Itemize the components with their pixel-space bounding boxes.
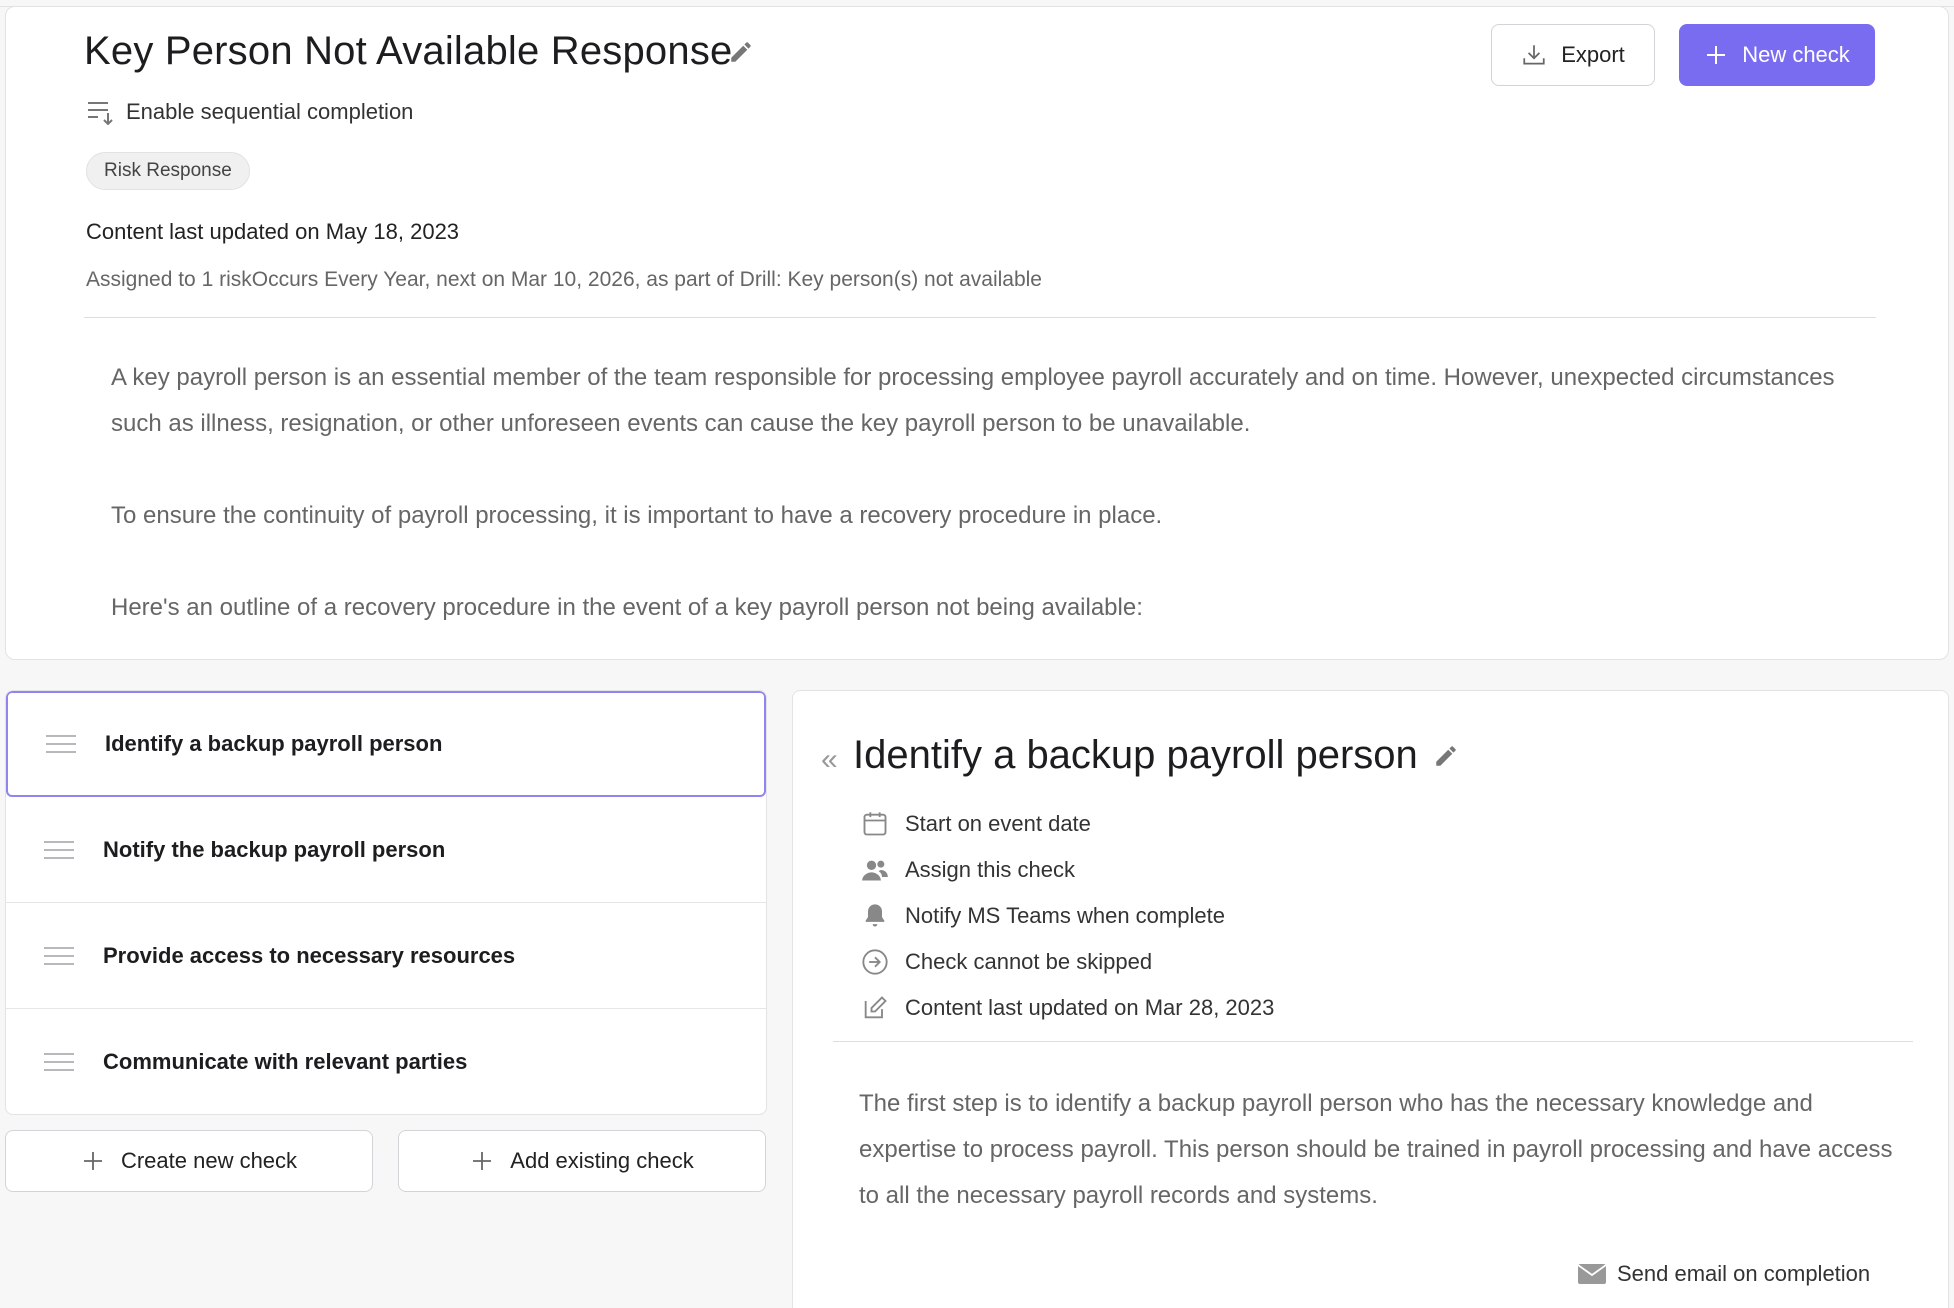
new-check-label: New check [1742,42,1850,67]
send-email-toggle[interactable]: Send email on completion [1577,1261,1870,1287]
check-detail-panel: « Identify a backup payroll person Start… [792,690,1949,1308]
meta-label: Check cannot be skipped [905,949,1153,974]
sort-lines-icon [88,102,113,125]
check-meta-list: Start on event date Assign this check No… [861,801,1274,1031]
create-new-check-button[interactable]: Create new check [5,1130,373,1192]
add-existing-check-label: Add existing check [510,1148,694,1173]
assign-check-setting[interactable]: Assign this check [861,847,1274,893]
assignment-text: Assigned to 1 riskOccurs Every Year, nex… [86,268,1042,291]
start-date-setting[interactable]: Start on event date [861,801,1274,847]
send-email-label: Send email on completion [1617,1261,1871,1286]
check-list-item[interactable]: Identify a backup payroll person [6,691,766,797]
export-button[interactable]: Export [1491,24,1655,86]
check-description: The first step is to identify a backup p… [859,1090,1893,1209]
notify-teams-setting[interactable]: Notify MS Teams when complete [861,893,1274,939]
check-list-item[interactable]: Notify the backup payroll person [6,797,766,903]
check-label: Communicate with relevant parties [103,1049,468,1074]
new-check-button[interactable]: New check [1679,24,1875,86]
procedure-description: A key payroll person is an essential mem… [111,355,1871,677]
drag-handle-icon[interactable] [44,1053,74,1071]
edit-square-icon [864,996,887,1019]
description-paragraph: A key payroll person is an essential mem… [111,364,1835,437]
pencil-icon[interactable] [1433,743,1459,769]
users-icon [862,860,888,881]
description-paragraph: Here's an outline of a recovery procedur… [111,594,1143,621]
procedure-header-card: Key Person Not Available Response Enable… [5,6,1949,660]
check-label: Notify the backup payroll person [103,836,446,862]
check-label: Provide access to necessary resources [103,942,516,968]
page-title: Key Person Not Available Response [84,29,733,73]
export-label: Export [1561,42,1625,67]
bell-icon [865,904,885,927]
plus-icon [473,1152,492,1170]
divider [84,317,1876,318]
meta-label: Notify MS Teams when complete [905,903,1225,928]
meta-label: Start on event date [905,811,1091,836]
envelope-icon [1577,1264,1607,1284]
divider [833,1041,1913,1042]
create-new-check-label: Create new check [120,1148,298,1173]
check-list-item[interactable]: Provide access to necessary resources [6,903,766,1009]
download-icon [1523,45,1545,65]
drag-handle-icon[interactable] [44,840,74,859]
skip-arrow-icon [862,949,888,975]
check-label: Identify a backup payroll person [105,731,443,756]
plus-icon [83,1152,102,1170]
check-detail-title: Identify a backup payroll person [853,733,1418,777]
drag-handle-icon[interactable] [46,735,76,753]
plus-icon [1707,46,1726,64]
check-list-item[interactable]: Communicate with relevant parties [6,1009,766,1114]
pencil-icon[interactable] [728,39,754,65]
skip-setting[interactable]: Check cannot be skipped [861,939,1274,985]
meta-label: Content last updated on Mar 28, 2023 [905,995,1275,1020]
add-existing-check-button[interactable]: Add existing check [398,1130,766,1192]
meta-label: Assign this check [905,857,1075,882]
drag-handle-icon[interactable] [44,946,74,965]
collapse-chevron-icon[interactable]: « [821,743,838,777]
category-tag: Risk Response [86,152,250,190]
content-updated-text: Content last updated on May 18, 2023 [86,219,460,244]
description-paragraph: To ensure the continuity of payroll proc… [111,502,1163,529]
sequential-completion-label: Enable sequential completion [126,99,414,124]
check-list: Identify a backup payroll person Notify … [5,690,767,1115]
calendar-icon [863,812,887,836]
sequential-completion-toggle[interactable]: Enable sequential completion [86,99,413,125]
content-updated-setting: Content last updated on Mar 28, 2023 [861,985,1274,1031]
